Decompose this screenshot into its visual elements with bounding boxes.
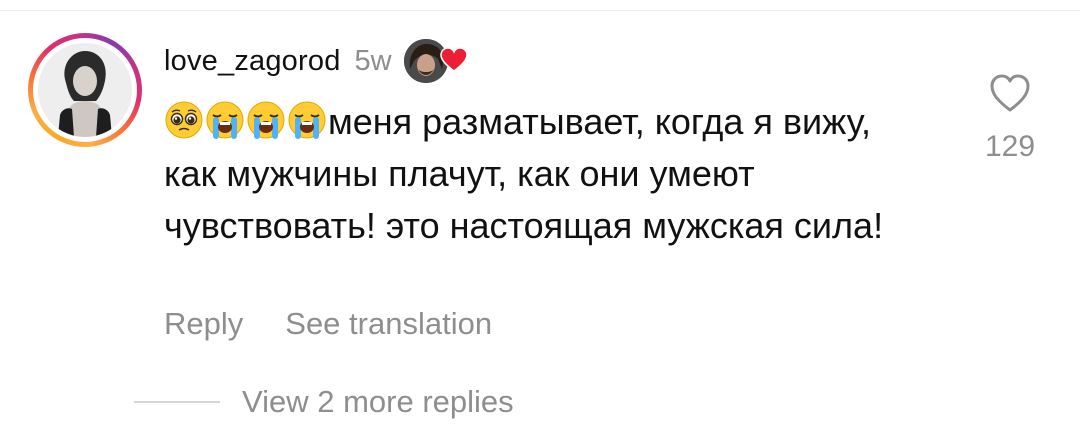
avatar-ring-gap <box>33 38 137 142</box>
like-control: 129 <box>978 72 1042 164</box>
reply-button[interactable]: Reply <box>164 306 243 342</box>
view-more-replies[interactable]: View 2 more replies <box>134 384 514 420</box>
comment-text-block: меня разматывает, когда я вижу, как мужч… <box>164 96 904 252</box>
comment-actions: Reply See translation <box>164 306 492 342</box>
username[interactable]: love_zagorod <box>164 45 341 78</box>
loudly-crying-face-icon <box>206 101 244 139</box>
like-count: 129 <box>984 130 1036 163</box>
heart-outline-icon[interactable] <box>988 72 1032 114</box>
timestamp: 5w <box>354 44 392 77</box>
loudly-crying-face-icon <box>247 101 285 139</box>
loudly-crying-face-icon <box>288 101 326 139</box>
avatar[interactable] <box>38 43 132 137</box>
avatar-story-ring[interactable] <box>28 33 142 147</box>
pleading-face-icon <box>165 101 203 139</box>
top-divider <box>0 10 1080 11</box>
heart-icon <box>439 47 468 72</box>
see-translation-button[interactable]: See translation <box>285 306 492 342</box>
view-more-replies-label[interactable]: View 2 more replies <box>242 384 514 420</box>
replies-divider <box>134 401 220 403</box>
liked-by-creator-badge <box>403 39 468 83</box>
comment-header: love_zagorod 5w <box>164 39 468 83</box>
